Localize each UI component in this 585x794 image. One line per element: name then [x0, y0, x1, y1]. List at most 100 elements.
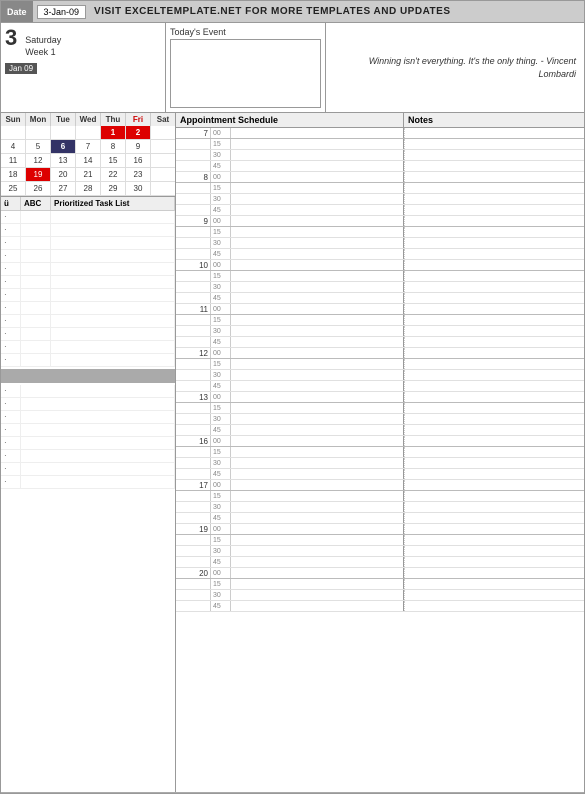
appointment-cell[interactable]	[231, 282, 404, 292]
task-cell-abc[interactable]	[21, 315, 51, 327]
cal-cell[interactable]	[151, 140, 175, 154]
cal-cell-8[interactable]: 8	[101, 140, 126, 154]
task-cell-abc[interactable]	[21, 276, 51, 288]
task-cell-lower[interactable]	[21, 398, 175, 410]
task-cell-u[interactable]: ·	[1, 354, 21, 366]
appointment-cell[interactable]	[231, 447, 404, 457]
notes-cell[interactable]	[404, 315, 584, 325]
task-cell-u[interactable]: ·	[1, 302, 21, 314]
appointment-cell[interactable]	[231, 139, 404, 149]
notes-cell[interactable]	[404, 326, 584, 336]
appointment-cell[interactable]	[231, 304, 404, 314]
appointment-cell[interactable]	[231, 172, 404, 182]
appointment-cell[interactable]	[231, 337, 404, 347]
appointment-cell[interactable]	[231, 183, 404, 193]
notes-cell[interactable]	[404, 414, 584, 424]
notes-cell[interactable]	[404, 601, 584, 611]
appointment-cell[interactable]	[231, 601, 404, 611]
task-cell-u[interactable]: ·	[1, 328, 21, 340]
task-cell-abc[interactable]	[21, 354, 51, 366]
cal-cell-20[interactable]: 20	[51, 168, 76, 182]
task-cell-task[interactable]	[51, 237, 175, 249]
task-cell-abc[interactable]	[21, 211, 51, 223]
task-cell-task[interactable]	[51, 211, 175, 223]
task-cell-u[interactable]: ·	[1, 315, 21, 327]
cal-cell[interactable]	[1, 126, 26, 140]
cal-cell-6[interactable]: 6	[51, 140, 76, 154]
notes-cell[interactable]	[404, 568, 584, 578]
cal-cell-28[interactable]: 28	[76, 182, 101, 196]
cal-cell[interactable]	[51, 126, 76, 140]
appointment-cell[interactable]	[231, 414, 404, 424]
notes-cell[interactable]	[404, 359, 584, 369]
notes-cell[interactable]	[404, 271, 584, 281]
appointment-cell[interactable]	[231, 359, 404, 369]
appointment-cell[interactable]	[231, 557, 404, 567]
notes-cell[interactable]	[404, 502, 584, 512]
appointment-cell[interactable]	[231, 150, 404, 160]
cal-cell-18[interactable]: 18	[1, 168, 26, 182]
notes-cell[interactable]	[404, 590, 584, 600]
appointment-cell[interactable]	[231, 425, 404, 435]
cal-cell-19[interactable]: 19	[26, 168, 51, 182]
notes-cell[interactable]	[404, 392, 584, 402]
cal-cell[interactable]	[151, 168, 175, 182]
notes-cell[interactable]	[404, 183, 584, 193]
task-cell-abc[interactable]	[21, 328, 51, 340]
appointment-cell[interactable]	[231, 249, 404, 259]
cal-cell[interactable]	[76, 126, 101, 140]
cal-cell-27[interactable]: 27	[51, 182, 76, 196]
notes-cell[interactable]	[404, 282, 584, 292]
appointment-cell[interactable]	[231, 381, 404, 391]
task-cell-abc[interactable]	[21, 224, 51, 236]
appointment-cell[interactable]	[231, 392, 404, 402]
appointment-cell[interactable]	[231, 568, 404, 578]
notes-cell[interactable]	[404, 513, 584, 523]
task-cell-abc[interactable]	[21, 289, 51, 301]
notes-cell[interactable]	[404, 524, 584, 534]
task-cell-task[interactable]	[51, 289, 175, 301]
today-event-box[interactable]	[170, 39, 321, 108]
notes-cell[interactable]	[404, 150, 584, 160]
task-cell-u[interactable]: ·	[1, 341, 21, 353]
appointment-cell[interactable]	[231, 260, 404, 270]
notes-cell[interactable]	[404, 139, 584, 149]
notes-cell[interactable]	[404, 425, 584, 435]
task-cell-lower[interactable]	[21, 437, 175, 449]
task-cell-lower[interactable]	[21, 385, 175, 397]
task-cell-lower[interactable]	[21, 476, 175, 488]
notes-cell[interactable]	[404, 370, 584, 380]
appointment-cell[interactable]	[231, 161, 404, 171]
notes-cell[interactable]	[404, 546, 584, 556]
appointment-cell[interactable]	[231, 436, 404, 446]
cal-cell[interactable]	[151, 126, 175, 140]
task-cell-u[interactable]: ·	[1, 250, 21, 262]
task-cell-task[interactable]	[51, 224, 175, 236]
appointment-cell[interactable]	[231, 370, 404, 380]
appointment-cell[interactable]	[231, 524, 404, 534]
task-cell-abc[interactable]	[21, 302, 51, 314]
task-cell-abc[interactable]	[21, 341, 51, 353]
appointment-cell[interactable]	[231, 579, 404, 589]
cal-cell-30[interactable]: 30	[126, 182, 151, 196]
notes-cell[interactable]	[404, 161, 584, 171]
appointment-cell[interactable]	[231, 238, 404, 248]
cal-cell-29[interactable]: 29	[101, 182, 126, 196]
appointment-cell[interactable]	[231, 458, 404, 468]
task-cell-lower[interactable]	[21, 424, 175, 436]
cal-cell-14[interactable]: 14	[76, 154, 101, 168]
notes-cell[interactable]	[404, 216, 584, 226]
appointment-cell[interactable]	[231, 469, 404, 479]
notes-cell[interactable]	[404, 469, 584, 479]
notes-cell[interactable]	[404, 447, 584, 457]
notes-cell[interactable]	[404, 172, 584, 182]
appointment-cell[interactable]	[231, 194, 404, 204]
notes-cell[interactable]	[404, 128, 584, 138]
cal-cell-9[interactable]: 9	[126, 140, 151, 154]
task-cell-u[interactable]: ·	[1, 289, 21, 301]
cal-cell-16[interactable]: 16	[126, 154, 151, 168]
task-cell-task[interactable]	[51, 341, 175, 353]
appointment-cell[interactable]	[231, 491, 404, 501]
appointment-cell[interactable]	[231, 205, 404, 215]
cal-cell-15[interactable]: 15	[101, 154, 126, 168]
